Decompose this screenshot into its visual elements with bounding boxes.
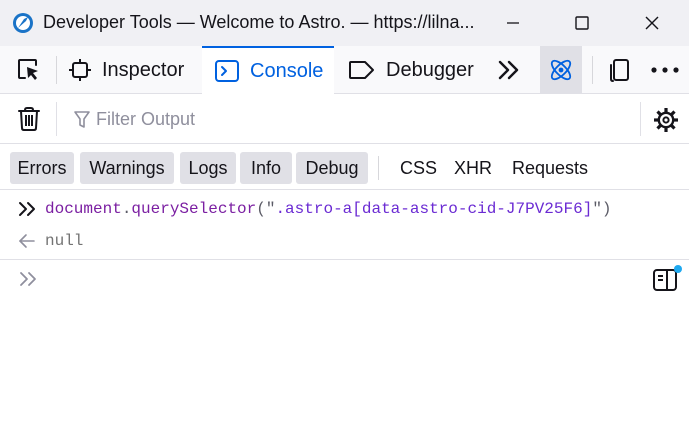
element-picker-icon	[18, 59, 38, 80]
input-chevron-icon	[19, 202, 35, 216]
result-arrow-icon	[19, 234, 35, 248]
window-title: Developer Tools — Welcome to Astro. — ht…	[43, 12, 475, 32]
tab-inspector-label: Inspector	[102, 58, 185, 81]
tab-debugger-label: Debugger	[386, 58, 474, 81]
filter-requests-button[interactable]: Requests	[512, 152, 588, 184]
maximize-icon	[575, 16, 589, 30]
tab-inspector[interactable]: Inspector	[68, 46, 184, 94]
trash-icon	[18, 107, 40, 131]
maximize-button[interactable]	[547, 0, 617, 46]
filter-separator	[56, 102, 57, 136]
log-level-bar: Errors Warnings Logs Info Debug CSS XHR …	[0, 144, 689, 190]
code-close: ")	[592, 200, 612, 218]
editor-notification-dot	[674, 265, 682, 273]
tab-console[interactable]: Console	[202, 46, 334, 94]
window-titlebar: Developer Tools — Welcome to Astro. — ht…	[0, 0, 689, 46]
code-method: querySelector	[131, 200, 257, 218]
console-prompt	[0, 261, 689, 301]
filter-funnel-icon	[74, 111, 90, 128]
filter-warnings-button[interactable]: Warnings	[80, 152, 174, 184]
clear-console-button[interactable]	[16, 106, 42, 137]
minimize-button[interactable]	[478, 0, 548, 46]
prompt-chevron-icon	[20, 272, 36, 286]
debugger-icon	[349, 61, 374, 79]
filter-logs-button[interactable]: Logs	[180, 152, 236, 184]
more-horizontal-icon	[651, 67, 679, 73]
filter-bar	[0, 94, 689, 144]
toolbar-separator	[592, 56, 593, 84]
console-prompt-input[interactable]	[45, 267, 635, 295]
filter-errors-button[interactable]: Errors	[10, 152, 74, 184]
firefox-devtools-icon	[13, 13, 33, 33]
console-result-row: null	[0, 228, 689, 254]
more-tools-button[interactable]	[496, 46, 522, 94]
close-icon	[645, 16, 659, 30]
astro-atom-icon	[550, 59, 572, 81]
minimize-icon	[507, 22, 519, 24]
filter-output-input[interactable]	[96, 105, 616, 133]
code-argument: .astro-a[data-astro-cid-J7PV25F6]	[275, 200, 593, 218]
filter-info-button[interactable]: Info	[240, 152, 292, 184]
filter-debug-button[interactable]: Debug	[296, 152, 368, 184]
console-result-value: null	[45, 232, 84, 250]
toolbar-separator	[56, 56, 57, 84]
dock-side-button[interactable]	[605, 46, 633, 94]
close-button[interactable]	[617, 0, 687, 46]
console-input-row: document.querySelector(".astro-a[data-as…	[0, 196, 689, 222]
code-object: document	[45, 200, 122, 218]
code-dot: .	[121, 200, 132, 218]
console-settings-button[interactable]	[652, 106, 680, 139]
editor-mode-button[interactable]	[652, 268, 678, 297]
code-open: ("	[256, 200, 276, 218]
tab-debugger[interactable]: Debugger	[348, 46, 474, 94]
console-input-code: document.querySelector(".astro-a[data-as…	[45, 200, 612, 218]
chevron-double-right-icon	[498, 60, 519, 80]
devtools-toolbar: Inspector Console Debugger	[0, 46, 689, 94]
tab-astro[interactable]	[540, 46, 582, 94]
level-separator	[378, 156, 379, 180]
filter-separator	[640, 102, 641, 136]
console-icon	[215, 60, 239, 82]
inspector-icon	[69, 59, 91, 81]
console-output: document.querySelector(".astro-a[data-as…	[0, 190, 689, 260]
element-picker-button[interactable]	[8, 46, 50, 94]
filter-css-button[interactable]: CSS	[400, 152, 437, 184]
dock-side-icon	[610, 59, 629, 82]
gear-icon	[654, 108, 678, 132]
tab-console-label: Console	[250, 59, 324, 82]
filter-xhr-button[interactable]: XHR	[454, 152, 492, 184]
more-options-button[interactable]	[650, 46, 680, 94]
